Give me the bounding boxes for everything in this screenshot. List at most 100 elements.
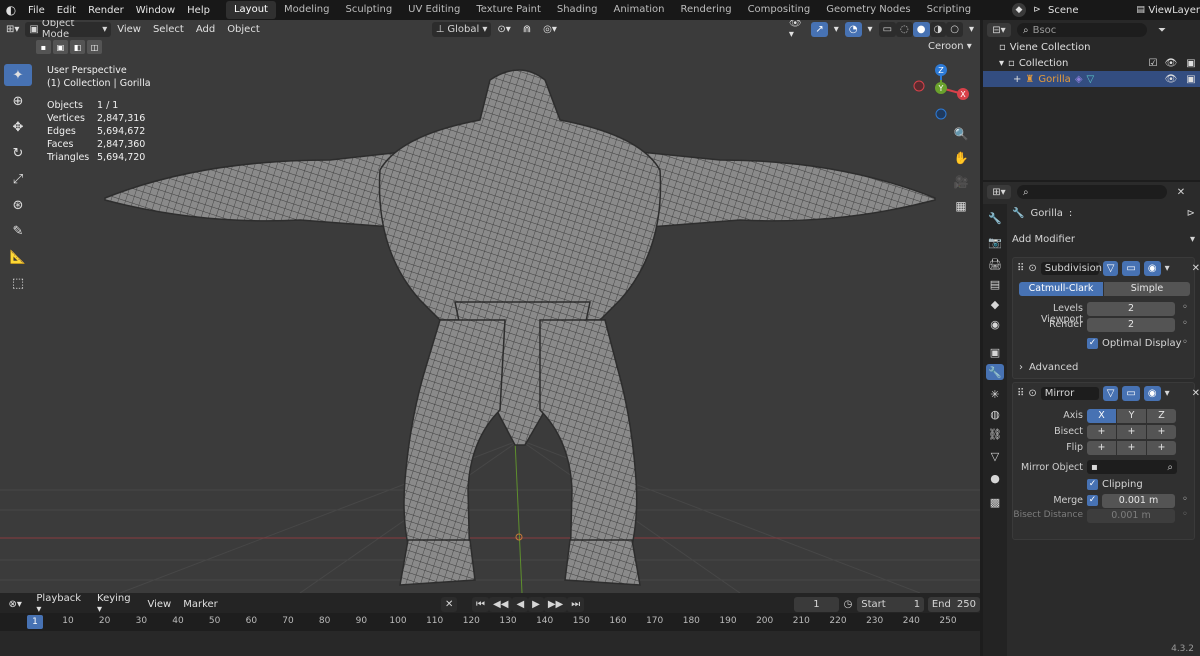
levels-viewport-field[interactable]: 2 <box>1087 302 1175 316</box>
view-layer-tab-icon[interactable]: ▤ <box>986 276 1004 292</box>
tool-tab-icon[interactable]: 🔧 <box>986 210 1004 226</box>
blender-logo-icon[interactable]: ◐ <box>0 0 22 20</box>
prev-keyframe-icon[interactable]: ◀◀ <box>489 596 513 612</box>
mirror-object-field[interactable]: ▪ ⌕ <box>1087 460 1177 474</box>
pin-icon[interactable]: ⊳ <box>1030 5 1044 15</box>
proportional-edit-icon[interactable]: ◎▾ <box>537 24 563 35</box>
mirror-name-field[interactable]: Mirror <box>1040 387 1099 400</box>
eye-icon[interactable]: 👁 <box>1164 58 1178 69</box>
bisect-distance-field[interactable]: 0.001 m <box>1087 509 1175 523</box>
add-cube-icon[interactable]: ⬚ <box>4 272 32 294</box>
bisect-y-toggle[interactable]: + <box>1117 425 1146 439</box>
eyedropper-icon[interactable]: ⌕ <box>1167 462 1173 473</box>
flip-z-toggle[interactable]: + <box>1147 441 1176 455</box>
editor-type-icon[interactable]: ⊞▾ <box>0 24 25 35</box>
camera-icon[interactable]: ▣ <box>1182 74 1200 85</box>
auto-key-icon[interactable]: ✕ <box>440 596 458 612</box>
view-layer-selector[interactable]: ▤ ViewLayer <box>1136 2 1200 18</box>
bisect-z-toggle[interactable]: + <box>1147 425 1176 439</box>
timeline-menu-marker[interactable]: Marker <box>177 599 224 610</box>
clock-icon[interactable]: ◷ <box>839 599 857 610</box>
outliner-row-scene-collection[interactable]: ▫ Viene Collection <box>983 39 1200 55</box>
tab-scripting[interactable]: Scripting <box>919 1 979 19</box>
select-box-icon[interactable]: ✦ <box>4 64 32 86</box>
catmull-clark-button[interactable]: Catmull-Clark <box>1019 282 1103 296</box>
add-modifier-button[interactable]: Add Modifier ▾ <box>1012 234 1195 245</box>
overlay-dropdown-icon[interactable]: ▾ <box>862 24 879 35</box>
transform-orientation-dropdown[interactable]: ⊥ Global ▾ <box>431 21 492 37</box>
shading-dropdown-icon[interactable]: ▾ <box>963 24 980 35</box>
select-subtract-icon[interactable]: ◧ <box>70 40 85 54</box>
axis-z-toggle[interactable]: Z <box>1147 409 1176 423</box>
playhead[interactable]: 1 <box>27 615 43 629</box>
rendered-shading-icon[interactable]: ○ <box>946 21 963 37</box>
move-icon[interactable]: ✥ <box>4 116 32 138</box>
gizmo-dropdown-icon[interactable]: ▾ <box>828 24 845 35</box>
camera-icon[interactable]: ▣ <box>1182 58 1200 69</box>
subdivision-name-field[interactable]: Subdivision <box>1040 262 1102 275</box>
exclude-checkbox-icon[interactable]: ☑ <box>1146 58 1160 69</box>
tab-compositing[interactable]: Compositing <box>740 1 819 19</box>
outliner-row-collection[interactable]: ▾ ▫ Collection ☑ 👁 ▣ <box>983 55 1200 71</box>
tab-layout[interactable]: Layout <box>225 1 276 19</box>
edit-mode-toggle-icon[interactable]: ▽ <box>1102 386 1119 401</box>
merge-checkbox[interactable]: ✓ <box>1087 495 1098 506</box>
drag-handle-icon[interactable]: ⠿ <box>1017 388 1024 399</box>
outliner-search[interactable]: ⌕ Bsoc <box>1017 23 1147 37</box>
data-tab-icon[interactable]: ▽ <box>986 448 1004 464</box>
jump-start-icon[interactable]: ⏮ <box>472 596 490 612</box>
start-frame-field[interactable]: Start 1 <box>857 596 925 612</box>
next-keyframe-icon[interactable]: ▶▶ <box>543 596 568 612</box>
tab-animation[interactable]: Animation <box>606 1 673 19</box>
expand-plus-icon[interactable]: + <box>1013 74 1021 85</box>
pin-icon[interactable]: ⊳ <box>1187 208 1195 219</box>
eye-icon[interactable]: 👁 <box>1164 74 1178 85</box>
current-frame-field[interactable]: 1 <box>794 596 839 612</box>
pivot-point-icon[interactable]: ⊙▾ <box>491 24 516 35</box>
transform-icon[interactable]: ⊛ <box>4 194 32 216</box>
menu-help[interactable]: Help <box>181 5 216 16</box>
clipping-checkbox[interactable]: ✓ <box>1087 479 1098 490</box>
world-tab-icon[interactable]: ◉ <box>986 316 1004 332</box>
menu-window[interactable]: Window <box>130 5 181 16</box>
3d-viewport[interactable]: ⊞▾ ▣ Object Mode ▾ View Select Add Objec… <box>0 20 980 593</box>
timeline-menu-playback[interactable]: Playback ▾ <box>30 593 91 615</box>
zoom-icon[interactable]: 🔍 <box>950 124 972 144</box>
menu-edit[interactable]: Edit <box>51 5 82 16</box>
viewport-toggle-icon[interactable]: ▭ <box>1122 261 1140 276</box>
play-reverse-icon[interactable]: ◀ <box>512 596 529 612</box>
grid-icon[interactable]: ▦ <box>950 196 972 216</box>
pan-hand-icon[interactable]: ✋ <box>950 148 972 168</box>
menu-file[interactable]: File <box>22 5 51 16</box>
rotate-icon[interactable]: ↻ <box>4 142 32 164</box>
timeline-menu-view[interactable]: View <box>141 599 177 610</box>
expand-arrow-icon[interactable]: ▾ <box>999 58 1004 69</box>
optimal-display-checkbox[interactable]: ✓ <box>1087 338 1098 349</box>
tab-texture-paint[interactable]: Texture Paint <box>468 1 549 19</box>
remove-icon[interactable]: ✕ <box>1192 388 1200 399</box>
flip-y-toggle[interactable]: + <box>1117 441 1146 455</box>
render-toggle-icon[interactable]: ◉ <box>1143 386 1161 401</box>
jump-end-icon[interactable]: ⏭ <box>567 596 585 612</box>
camera-view-icon[interactable]: 🎥 <box>950 172 972 192</box>
viewport-toggle-icon[interactable]: ▭ <box>1122 386 1140 401</box>
xray-icon[interactable]: ▭ <box>878 21 897 37</box>
menu-render[interactable]: Render <box>82 5 130 16</box>
animate-property-icon[interactable]: ◦ <box>1179 509 1191 520</box>
animate-property-icon[interactable]: ◦ <box>1179 494 1191 505</box>
select-intersect-icon[interactable]: ◫ <box>87 40 102 54</box>
solid-shading-icon[interactable]: ● <box>912 21 930 37</box>
tab-uv-editing[interactable]: UV Editing <box>400 1 468 19</box>
material-tab-icon[interactable]: ● <box>986 470 1004 486</box>
play-icon[interactable]: ▶ <box>528 596 544 612</box>
viewport-menu-view[interactable]: View <box>111 24 147 35</box>
viewport-menu-object[interactable]: Object <box>221 24 266 35</box>
render-tab-icon[interactable]: 📷 <box>986 234 1004 250</box>
mode-dropdown[interactable]: ▣ Object Mode ▾ <box>25 20 112 40</box>
tab-shading[interactable]: Shading <box>549 1 606 19</box>
object-tab-icon[interactable]: ▣ <box>986 344 1004 360</box>
axis-y-toggle[interactable]: Y <box>1117 409 1146 423</box>
flip-x-toggle[interactable]: + <box>1087 441 1116 455</box>
merge-distance-field[interactable]: 0.001 m <box>1102 494 1175 508</box>
advanced-subpanel[interactable]: › Advanced <box>1019 362 1078 373</box>
